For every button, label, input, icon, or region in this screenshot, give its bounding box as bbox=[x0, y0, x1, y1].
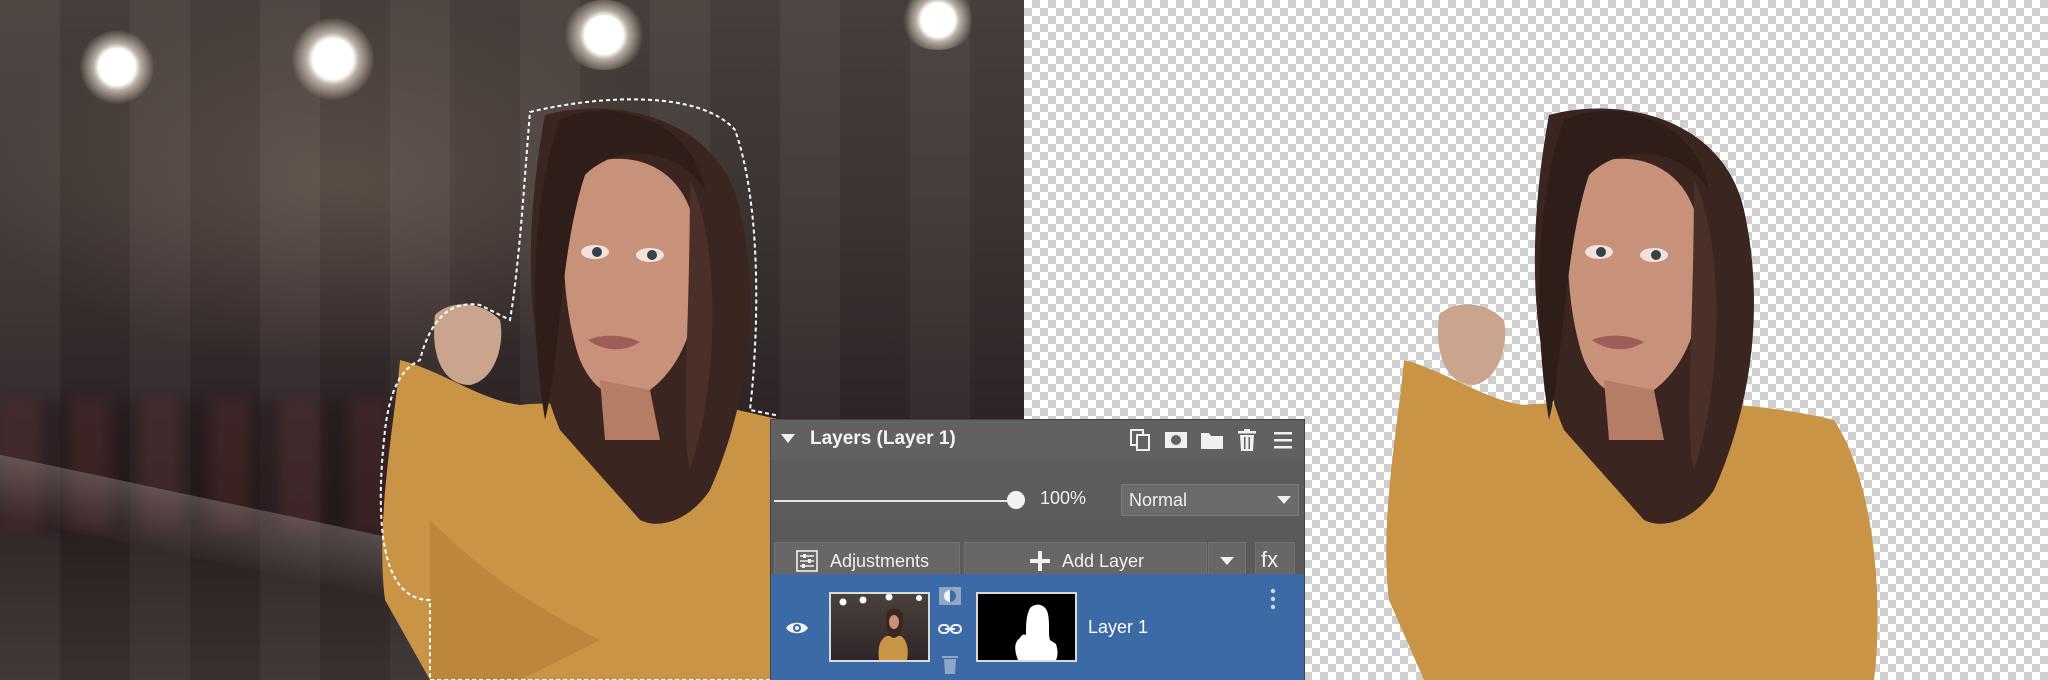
adjustments-label: Adjustments bbox=[830, 551, 930, 571]
chevron-down-icon bbox=[1277, 496, 1291, 504]
layer-mask-thumbnail[interactable] bbox=[978, 594, 1075, 660]
mask-silhouette bbox=[1015, 604, 1058, 660]
opacity-slider-track[interactable] bbox=[774, 500, 1024, 502]
duplicate-layer-icon[interactable] bbox=[1128, 428, 1152, 452]
adjustments-sliders-icon bbox=[796, 550, 818, 572]
group-folder-icon[interactable] bbox=[1200, 428, 1224, 452]
chevron-down-icon bbox=[1220, 557, 1234, 565]
layers-panel-header: Layers (Layer 1) bbox=[771, 420, 1304, 460]
opacity-blend-row: 100% Normal bbox=[771, 464, 1304, 516]
add-layer-label: Add Layer bbox=[1062, 551, 1145, 571]
layer-name: Layer 1 bbox=[1088, 617, 1149, 637]
delete-mask-icon[interactable] bbox=[941, 654, 959, 674]
panel-menu-icon[interactable] bbox=[1271, 428, 1295, 452]
layer-mode-icon[interactable] bbox=[938, 586, 962, 606]
delete-layer-icon[interactable] bbox=[1235, 428, 1259, 452]
thumbnail-image bbox=[839, 594, 922, 660]
opacity-value: 100% bbox=[1040, 488, 1087, 508]
blend-mode-select[interactable]: Normal bbox=[1121, 484, 1299, 516]
plus-icon bbox=[1030, 551, 1050, 571]
layers-panel: Layers (Layer 1) 100% Normal Adjustments… bbox=[771, 420, 1304, 680]
layer-row-layer-1[interactable]: Layer 1 bbox=[771, 574, 1304, 680]
collapse-triangle-icon[interactable] bbox=[781, 434, 795, 444]
layer-thumbnail[interactable] bbox=[831, 594, 928, 660]
blend-mode-value: Normal bbox=[1129, 490, 1188, 510]
opacity-slider-handle[interactable] bbox=[1007, 491, 1025, 509]
fx-label: fx bbox=[1261, 547, 1279, 572]
add-mask-icon[interactable] bbox=[1164, 428, 1188, 452]
layer-options-kebab-icon[interactable] bbox=[1269, 588, 1277, 610]
panel-title: Layers (Layer 1) bbox=[810, 428, 956, 449]
eye-visibility-icon[interactable] bbox=[785, 620, 809, 636]
link-icon[interactable] bbox=[938, 622, 962, 636]
layer-actions-toolbar: Adjustments Add Layer fx bbox=[771, 520, 1304, 580]
